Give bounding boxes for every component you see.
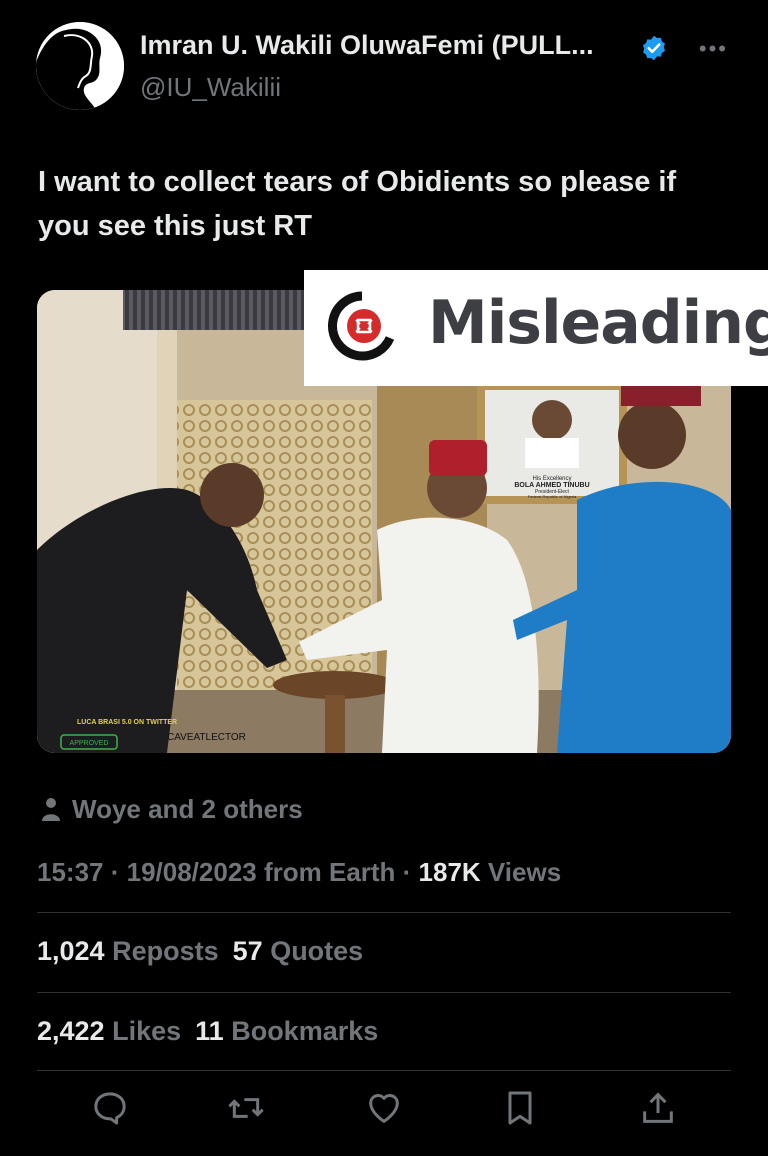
label-text: Misleading xyxy=(428,288,768,358)
watermark-center: CAVEATLECTOR xyxy=(167,732,246,743)
quotes-link[interactable]: 57 Quotes xyxy=(233,936,364,966)
meta-separator: · xyxy=(395,857,419,887)
likes-label: Likes xyxy=(112,1016,182,1046)
fact-check-logo-icon xyxy=(328,291,395,361)
stats-row-likes: 2,422 Likes 11 Bookmarks xyxy=(37,1016,378,1047)
bookmarks-count: 11 xyxy=(195,1016,224,1046)
views-count: 187K xyxy=(418,857,481,887)
meta-separator: · xyxy=(103,857,127,887)
poster-caption-2: BOLA AHMED TINUBU xyxy=(514,482,589,489)
likes-link[interactable]: 2,422 Likes xyxy=(37,1016,181,1046)
likes-count: 2,422 xyxy=(37,1016,105,1046)
action-bar xyxy=(90,1088,678,1136)
tweet-meta: 15:37 · 19/08/2023 from Earth · 187K Vie… xyxy=(37,857,561,888)
stats-row-reposts: 1,024 Reposts 57 Quotes xyxy=(37,936,363,967)
watermark-left: LUCA BRASI 5.0 ON TWITTER xyxy=(77,719,177,726)
verified-badge-icon xyxy=(643,35,665,61)
quotes-count: 57 xyxy=(232,936,263,966)
bookmarks-link[interactable]: 11 Bookmarks xyxy=(195,1016,378,1046)
misleading-label: Misleading xyxy=(304,270,768,386)
reposts-link[interactable]: 1,024 Reposts xyxy=(37,936,219,966)
divider xyxy=(37,1070,731,1071)
more-icon[interactable]: ••• xyxy=(699,36,728,62)
like-icon[interactable] xyxy=(364,1088,404,1128)
reply-icon[interactable] xyxy=(90,1088,130,1128)
divider xyxy=(37,992,731,993)
tweet-header: Imran U. Wakili OluwaFemi (PULL... @IU_W… xyxy=(36,22,748,112)
quotes-label: Quotes xyxy=(270,936,364,966)
social-context-text: Woye and 2 others xyxy=(72,794,303,824)
watermark-badge: APPROVED xyxy=(70,740,109,747)
bookmarks-label: Bookmarks xyxy=(231,1016,379,1046)
person-icon xyxy=(42,798,60,821)
reposts-label: Reposts xyxy=(112,936,219,966)
author-display-name[interactable]: Imran U. Wakili OluwaFemi (PULL... xyxy=(140,30,594,61)
reposts-count: 1,024 xyxy=(37,936,105,966)
tweet-text: I want to collect tears of Obidients so … xyxy=(38,166,677,242)
divider xyxy=(37,912,731,913)
author-handle[interactable]: @IU_Wakilii xyxy=(140,72,281,103)
tweet-time[interactable]: 15:37 xyxy=(37,857,104,887)
bookmark-icon[interactable] xyxy=(500,1088,540,1128)
share-icon[interactable] xyxy=(638,1088,678,1128)
social-context[interactable]: Woye and 2 others xyxy=(40,794,303,825)
tweet-date[interactable]: 19/08/2023 xyxy=(127,857,257,887)
tweet-source: from Earth xyxy=(256,857,396,887)
views-label: Views xyxy=(480,857,562,887)
poster-caption-4: Federal Republic of Nigeria xyxy=(528,494,577,499)
avatar[interactable] xyxy=(36,22,124,110)
repost-icon[interactable] xyxy=(226,1088,266,1128)
